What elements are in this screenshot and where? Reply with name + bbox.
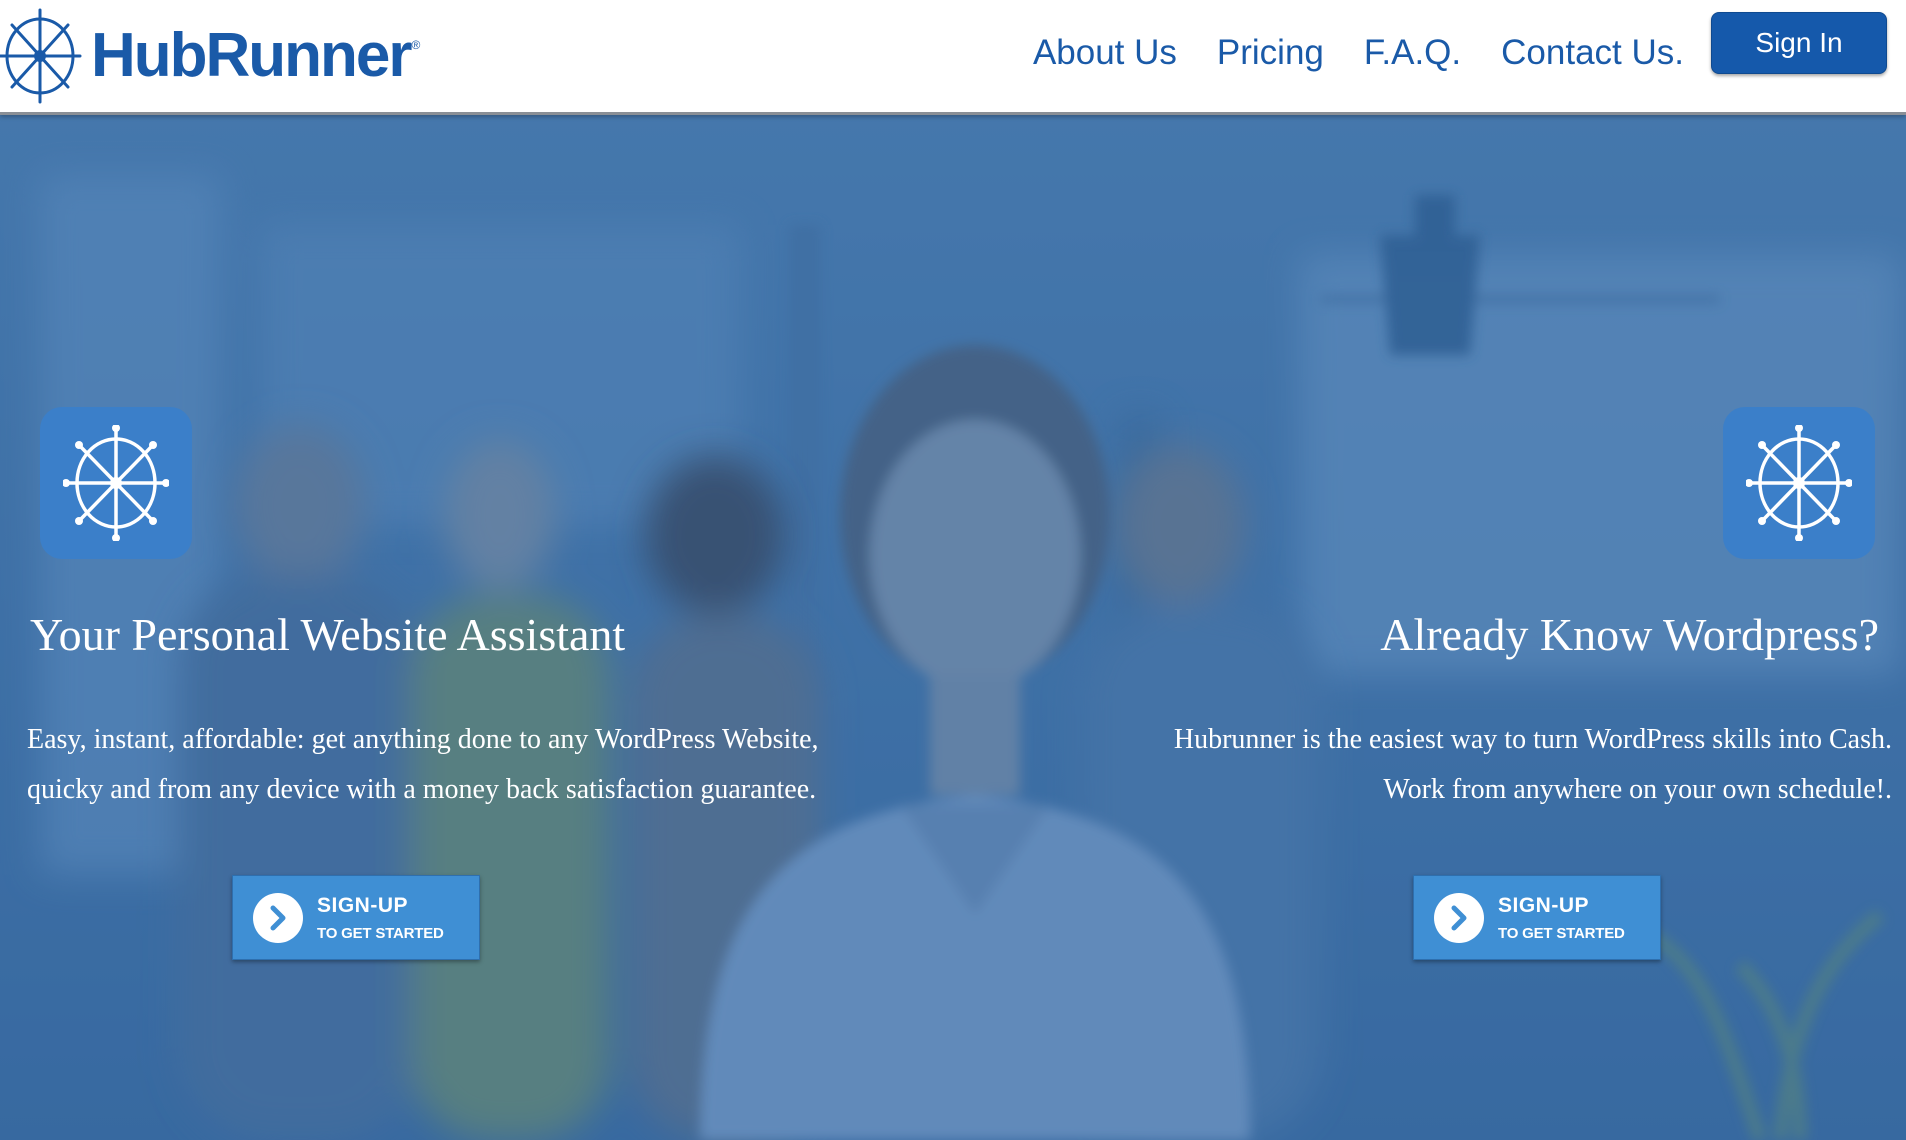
signup-button-assistant[interactable]: SIGN-UP TO GET STARTED	[232, 875, 480, 960]
main-nav: About Us Pricing F.A.Q. Contact Us.	[993, 0, 1684, 106]
brand-name: HubRunner	[91, 21, 413, 90]
nav-faq[interactable]: F.A.Q.	[1364, 33, 1461, 73]
signup-sub-text: TO GET STARTED	[1498, 924, 1625, 942]
wordpress-feature-line-2: Work from anywhere on your own schedule!…	[1383, 774, 1892, 805]
assistant-feature-icon-tile	[40, 407, 192, 559]
ship-wheel-icon	[1746, 425, 1852, 541]
nav-pricing[interactable]: Pricing	[1217, 33, 1324, 73]
signup-main-text: SIGN-UP	[317, 894, 409, 918]
signup-label: SIGN-UP TO GET STARTED	[1498, 893, 1625, 941]
brand-logo[interactable]: HubRunner ®	[0, 8, 420, 104]
nav-contact-us[interactable]: Contact Us.	[1501, 33, 1684, 73]
wordpress-feature-description: Hubrunner is the easiest way to turn Wor…	[1174, 715, 1892, 815]
wordpress-feature-icon-tile	[1723, 407, 1875, 559]
site-header: HubRunner ® About Us Pricing F.A.Q. Cont…	[0, 0, 1906, 115]
nav-about-us[interactable]: About Us	[1033, 33, 1177, 73]
signup-label: SIGN-UP TO GET STARTED	[317, 893, 444, 941]
signup-main-text: SIGN-UP	[1498, 894, 1590, 918]
wordpress-feature-title: Already Know Wordpress?	[1380, 609, 1879, 660]
assistant-feature-title: Your Personal Website Assistant	[30, 609, 626, 660]
registered-mark: ®	[411, 38, 421, 52]
hero-section: Your Personal Website Assistant Easy, in…	[0, 115, 1906, 1140]
assistant-feature-line-2: quicky and from any device with a money …	[27, 774, 817, 805]
sign-in-button[interactable]: Sign In	[1711, 12, 1887, 74]
chevron-right-circle-icon	[1434, 892, 1484, 943]
signup-button-wordpress[interactable]: SIGN-UP TO GET STARTED	[1413, 875, 1661, 960]
assistant-feature-line-1: Easy, instant, affordable: get anything …	[27, 724, 819, 755]
signup-sub-text: TO GET STARTED	[317, 924, 444, 942]
ship-wheel-logo-icon	[0, 8, 82, 104]
wordpress-feature-line-1: Hubrunner is the easiest way to turn Wor…	[1173, 724, 1892, 755]
chevron-right-circle-icon	[253, 892, 303, 943]
ship-wheel-icon	[63, 425, 169, 541]
assistant-feature-description: Easy, instant, affordable: get anything …	[27, 715, 819, 815]
